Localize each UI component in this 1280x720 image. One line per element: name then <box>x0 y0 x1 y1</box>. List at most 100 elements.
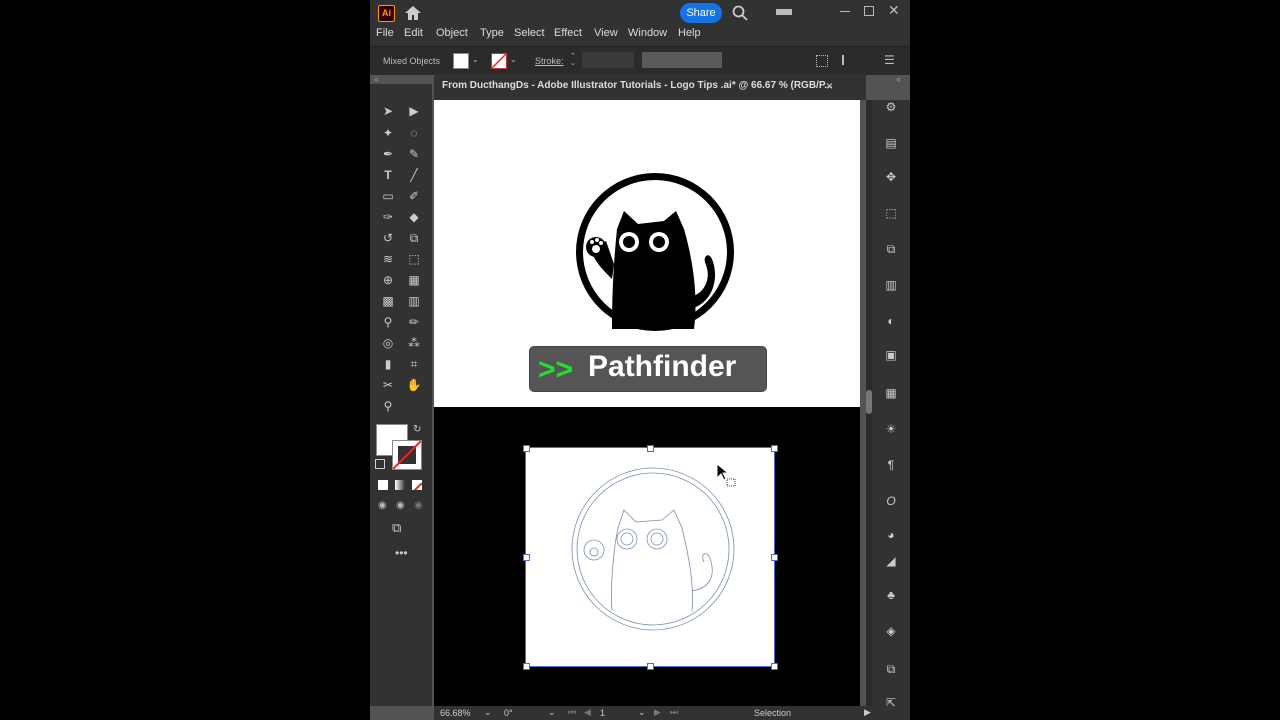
scale-tool-icon[interactable]: ⧉ <box>404 229 424 247</box>
menu-window[interactable]: Window <box>628 27 667 39</box>
layers-icon[interactable]: ◈ <box>884 624 898 638</box>
stroke-color-box[interactable] <box>392 440 422 470</box>
gradient-tool-icon[interactable]: ▥ <box>404 292 424 310</box>
handle-bottom-right[interactable] <box>771 663 778 670</box>
pathfinder-panel-icon[interactable]: ⧉ <box>884 242 898 256</box>
column-graph-tool-icon[interactable]: ▮ <box>378 355 398 373</box>
warp-tool-icon[interactable]: ≋ <box>378 250 398 268</box>
properties-icon[interactable]: ⚙ <box>884 100 898 114</box>
color-icon[interactable]: ◕ <box>884 528 898 542</box>
menu-help[interactable]: Help <box>678 27 701 39</box>
stroke-weight-stepper[interactable]: ⌃ ⌄ <box>570 53 578 67</box>
image-trace-icon[interactable]: ▣ <box>884 348 898 362</box>
rotation-dropdown-icon[interactable]: ⌄ <box>548 707 556 718</box>
type-tool-icon[interactable]: T <box>378 166 398 184</box>
transform-icon[interactable] <box>842 55 854 65</box>
menu-edit[interactable]: Edit <box>404 27 423 39</box>
pen-tool-icon[interactable]: ✒ <box>378 145 398 163</box>
default-fill-stroke-icon[interactable] <box>375 459 385 469</box>
artboards-icon[interactable]: ⧉ <box>884 662 898 676</box>
measure-tool-icon[interactable]: ✏ <box>404 313 424 331</box>
libraries-icon[interactable]: ▤ <box>884 136 898 150</box>
swap-fill-stroke-icon[interactable]: ↻ <box>413 424 421 435</box>
perspective-grid-tool-icon[interactable]: ▦ <box>404 271 424 289</box>
mesh-tool-icon[interactable]: ▩ <box>378 292 398 310</box>
stroke-dropdown-icon[interactable]: ⌄ <box>510 55 517 64</box>
panel-menu-icon[interactable]: ☰ <box>884 53 895 67</box>
collapse-right-icon[interactable]: « <box>896 74 901 84</box>
selection-tool-icon[interactable]: ➤ <box>378 102 398 120</box>
home-icon[interactable] <box>404 5 422 26</box>
eraser-tool-icon[interactable]: ◆ <box>404 208 424 226</box>
minimize-icon[interactable] <box>840 11 850 12</box>
none-mode-icon[interactable] <box>412 480 422 490</box>
shaper-tool-icon[interactable]: ✑ <box>378 208 398 226</box>
appearance-icon[interactable]: ◐ <box>884 314 898 328</box>
close-icon[interactable]: ✕ <box>888 2 900 19</box>
rotation-value[interactable]: 0° <box>504 708 513 718</box>
color-guide-icon[interactable]: ☀ <box>884 422 898 436</box>
screen-mode-icon[interactable]: ⧉ <box>392 520 401 536</box>
cat-outline-artwork[interactable] <box>570 466 736 632</box>
share-button[interactable]: Share <box>680 3 722 23</box>
zoom-tool-icon[interactable]: ⚲ <box>378 397 398 415</box>
curvature-tool-icon[interactable]: ✎ <box>404 145 424 163</box>
stroke-weight-input[interactable] <box>582 52 634 68</box>
hand-tool-icon[interactable]: ✋ <box>404 376 424 394</box>
document-tab-title[interactable]: From DucthangDs - Adobe Illustrator Tuto… <box>442 80 833 91</box>
zoom-dropdown-icon[interactable]: ⌄ <box>484 707 492 718</box>
swatches-icon[interactable]: ◢ <box>884 554 898 568</box>
artboard-logo[interactable]: >> Pathfinder <box>434 100 860 407</box>
slice-tool-icon[interactable]: ✂ <box>378 376 398 394</box>
menu-object[interactable]: Object <box>436 27 468 39</box>
status-menu-icon[interactable]: ▶ <box>864 707 871 718</box>
draw-inside-icon[interactable]: ◉ <box>414 500 423 511</box>
variable-width-profile[interactable] <box>642 52 722 68</box>
symbol-sprayer-tool-icon[interactable]: ⁂ <box>404 334 424 352</box>
artboard-dropdown-icon[interactable]: ⌄ <box>638 707 646 718</box>
collapse-left-icon[interactable]: « <box>374 74 379 84</box>
paintbrush-tool-icon[interactable]: ✐ <box>404 187 424 205</box>
paragraph-icon[interactable]: ¶ <box>884 458 898 472</box>
zoom-level[interactable]: 66.68% <box>440 708 471 718</box>
lasso-tool-icon[interactable]: ◌ <box>404 124 424 142</box>
artboard-number[interactable]: 1 <box>600 708 605 718</box>
restore-icon[interactable] <box>864 6 874 16</box>
fill-swatch[interactable] <box>453 53 469 69</box>
handle-bottom-center[interactable] <box>647 663 654 670</box>
blend-tool-icon[interactable]: ◎ <box>378 334 398 352</box>
menu-type[interactable]: Type <box>480 27 504 39</box>
rectangle-tool-icon[interactable]: ▭ <box>378 187 398 205</box>
direct-selection-tool-icon[interactable]: ▶ <box>404 102 424 120</box>
stroke-swatch[interactable] <box>491 53 507 69</box>
handle-top-left[interactable] <box>523 445 530 452</box>
symbols-icon[interactable]: ♣ <box>884 588 898 602</box>
artboard-outline[interactable] <box>523 445 778 670</box>
gradient-panel-icon[interactable]: ▥ <box>884 278 898 292</box>
color-mode-icon[interactable] <box>378 480 388 490</box>
close-tab-icon[interactable]: × <box>826 79 833 93</box>
align-panel-icon[interactable]: ▦ <box>884 386 898 400</box>
glyphs-icon[interactable]: O <box>884 494 898 508</box>
draw-behind-icon[interactable]: ◉ <box>396 500 405 511</box>
menu-view[interactable]: View <box>594 27 618 39</box>
handle-middle-right[interactable] <box>771 554 778 561</box>
shape-builder-tool-icon[interactable]: ⊕ <box>378 271 398 289</box>
last-artboard-icon[interactable]: ⏭ <box>670 707 678 718</box>
handle-top-center[interactable] <box>647 445 654 452</box>
edit-toolbar-icon[interactable]: ••• <box>395 546 408 560</box>
next-artboard-icon[interactable]: ▶ <box>654 707 661 718</box>
free-transform-tool-icon[interactable]: ⬚ <box>404 250 424 268</box>
gradient-mode-icon[interactable] <box>395 480 405 490</box>
handle-top-right[interactable] <box>771 445 778 452</box>
magic-wand-tool-icon[interactable]: ✦ <box>378 124 398 142</box>
first-artboard-icon[interactable]: ⏮ <box>568 707 576 718</box>
align-icon[interactable] <box>816 55 828 67</box>
handle-bottom-left[interactable] <box>523 663 530 670</box>
pasteboard[interactable] <box>434 407 860 706</box>
previous-artboard-icon[interactable]: ◀ <box>584 707 591 718</box>
rotate-tool-icon[interactable]: ↺ <box>378 229 398 247</box>
menu-select[interactable]: Select <box>514 27 545 39</box>
draw-normal-icon[interactable]: ◉ <box>378 500 387 511</box>
puppet-warp-icon[interactable]: ✥ <box>884 170 898 184</box>
